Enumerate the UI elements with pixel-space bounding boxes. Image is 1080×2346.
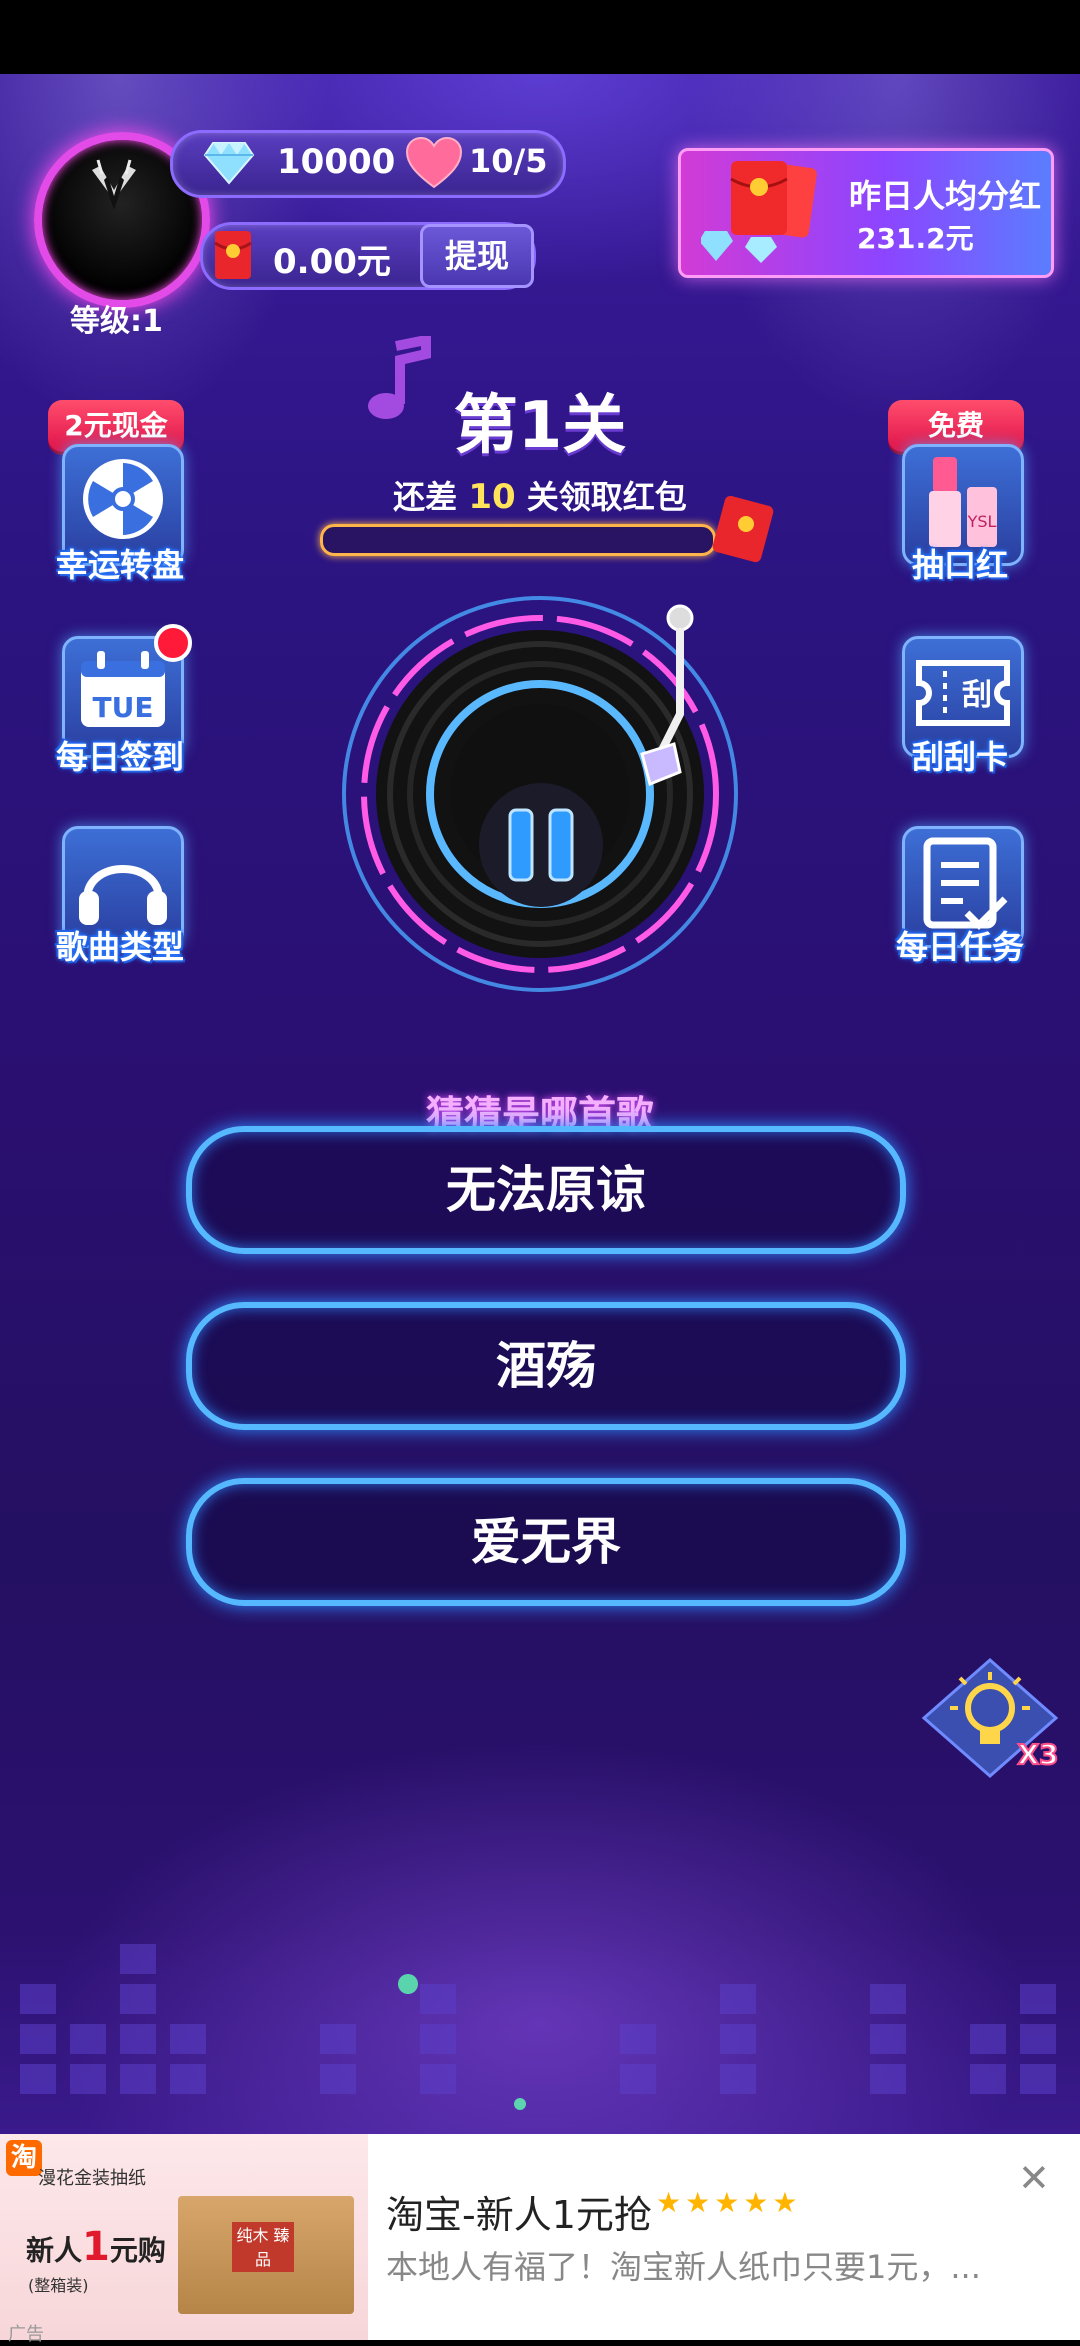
ad-offer-number: 1 bbox=[82, 2224, 110, 2270]
heart-count: 10/5 bbox=[469, 142, 548, 180]
level-hint-suffix: 关领取红包 bbox=[526, 478, 687, 516]
lucky-wheel-label: 幸运转盘 bbox=[55, 546, 184, 584]
ticket-text: 刮 bbox=[962, 678, 992, 713]
ad-description: 本地人有福了！淘宝新人纸巾只要1元，... bbox=[386, 2248, 981, 2286]
diamond-icon bbox=[203, 142, 255, 185]
pause-icon bbox=[479, 783, 603, 907]
red-envelope-diamond-icon bbox=[701, 161, 817, 263]
withdraw-button[interactable]: 提现 bbox=[420, 224, 534, 288]
level-hint: 还差 10 关领取红包 bbox=[0, 472, 1080, 518]
ad-label: 广告 bbox=[8, 2324, 44, 2345]
hint-button[interactable]: X3 bbox=[920, 1656, 1070, 1786]
diamond-count: 10000 bbox=[277, 142, 396, 182]
ad-rating-stars: ★★★★★ bbox=[656, 2186, 802, 2219]
red-envelope-reward-icon bbox=[712, 495, 774, 563]
notification-dot bbox=[154, 624, 192, 662]
lightbulb-icon: X3 bbox=[921, 1658, 1060, 1778]
daily-checkin-button[interactable]: TUE 每日签到 bbox=[56, 624, 192, 776]
calendar-day-text: TUE bbox=[93, 691, 154, 724]
game-screen: 等级:1 10000 10/5 0.00元 提现 昨日人均分红 231.2元 2… bbox=[0, 74, 1080, 2134]
heart-icon bbox=[405, 137, 463, 189]
bonus-value: 231.2元 bbox=[857, 222, 974, 255]
level-hint-prefix: 还差 bbox=[393, 478, 458, 516]
money-amount: 0.00元 bbox=[273, 242, 391, 282]
level-progress-bar bbox=[320, 524, 716, 556]
song-type-button[interactable]: 歌曲类型 bbox=[56, 826, 184, 966]
stats-bar: 10000 10/5 bbox=[170, 130, 566, 198]
ad-image-subtitle: (整箱装) bbox=[28, 2276, 89, 2295]
song-type-label: 歌曲类型 bbox=[55, 928, 184, 966]
equalizer-decoration bbox=[20, 1944, 1056, 2110]
scratch-card-button[interactable]: 刮 刮刮卡 bbox=[896, 636, 1024, 776]
bonus-card[interactable]: 昨日人均分红 231.2元 bbox=[678, 148, 1054, 278]
tissue-box-label: 纯木 臻品 bbox=[232, 2222, 294, 2272]
close-icon[interactable]: ✕ bbox=[1018, 2156, 1050, 2200]
ad-image-offer: 新人1元购 bbox=[26, 2224, 166, 2270]
answer-option-2[interactable]: 酒殇 bbox=[186, 1302, 906, 1430]
hint-multiplier: X3 bbox=[1017, 1738, 1058, 1771]
ad-image-title: 漫花金装抽纸 bbox=[38, 2168, 146, 2189]
tonearm-icon bbox=[640, 604, 694, 787]
level-label: 等级:1 bbox=[70, 304, 163, 339]
tissue-box-image: 纯木 臻品 bbox=[178, 2196, 354, 2314]
ad-offer-suffix: 元购 bbox=[109, 2234, 166, 2267]
bonus-title: 昨日人均分红 bbox=[849, 177, 1042, 215]
daily-task-label: 每日任务 bbox=[895, 928, 1024, 966]
answer-option-1[interactable]: 无法原谅 bbox=[186, 1126, 906, 1254]
ad-title: 淘宝-新人1元抢 bbox=[386, 2193, 652, 2237]
ad-banner[interactable]: 淘 漫花金装抽纸 新人1元购 (整箱装) 纯木 臻品 淘宝-新人1元抢 ★★★★… bbox=[0, 2134, 1080, 2345]
taobao-logo-icon: 淘 bbox=[6, 2140, 42, 2176]
avatar-figure-icon bbox=[92, 159, 136, 210]
daily-checkin-label: 每日签到 bbox=[55, 738, 184, 776]
level-title: 第1关 bbox=[453, 389, 627, 463]
level-hint-count: 10 bbox=[468, 477, 516, 517]
answer-option-3[interactable]: 爱无界 bbox=[186, 1478, 906, 1606]
daily-task-button[interactable]: 每日任务 bbox=[896, 826, 1024, 966]
scratch-card-label: 刮刮卡 bbox=[911, 738, 1008, 776]
ad-image[interactable]: 淘 漫花金装抽纸 新人1元购 (整箱装) 纯木 臻品 bbox=[0, 2134, 368, 2340]
ad-offer-prefix: 新人 bbox=[26, 2234, 83, 2267]
lipstick-draw-label: 抽口红 bbox=[911, 546, 1008, 584]
red-envelope-icon bbox=[214, 231, 252, 279]
pause-button[interactable] bbox=[476, 780, 606, 910]
